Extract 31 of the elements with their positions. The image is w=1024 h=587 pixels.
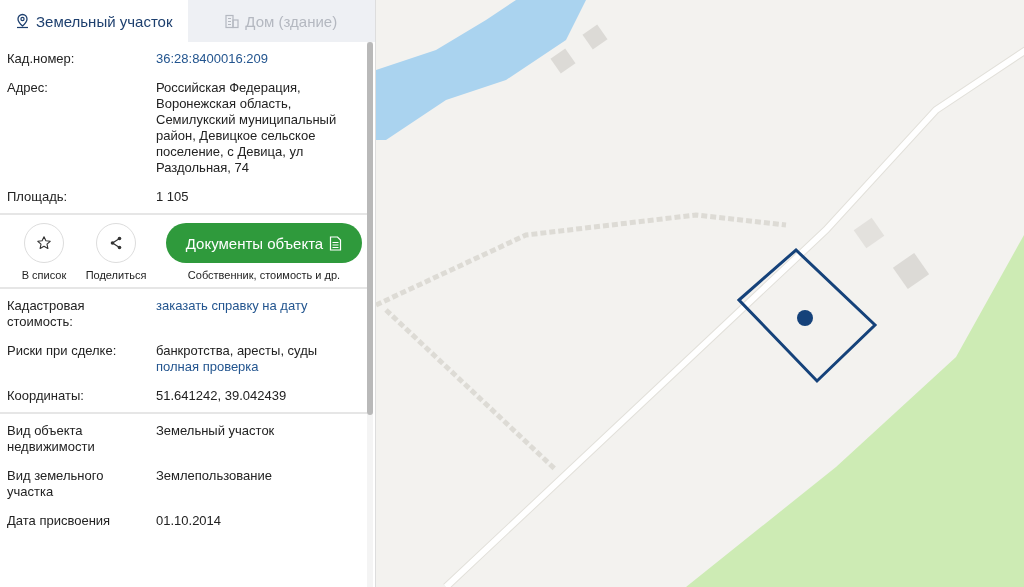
field-label: Риски при сделке:: [7, 343, 118, 360]
field-label: Адрес:: [7, 80, 49, 97]
documents-button[interactable]: Документы объекта: [166, 223, 362, 263]
scrollbar[interactable]: [367, 42, 373, 587]
field-value: Российская Федерация, Воронежская область, Семилукский муниципальный район, Девицкое сельское поселение, с Девица, ул Раздольная, 74: [156, 80, 338, 176]
link[interactable]: полная проверка: [156, 359, 259, 375]
field-value: банкротства, аресты, суды: [156, 343, 318, 359]
building-icon: [225, 13, 240, 29]
field-value: 1 105: [156, 189, 189, 205]
documents-caption: Собственник, стоимость и др.: [187, 269, 341, 281]
field-label: Дата присвоения: [7, 513, 112, 529]
field-label: Кадастровая стоимость:: [7, 298, 86, 330]
field-label: Координаты:: [7, 388, 85, 404]
field-label: Вид земельного участка: [7, 468, 105, 500]
field-value: Землепользование: [156, 468, 272, 484]
document-icon: [329, 235, 343, 251]
field-value: 51.641242, 39.042439: [156, 388, 287, 404]
field-label: Вид объекта недвижимости: [7, 423, 96, 455]
favorite-button[interactable]: [24, 223, 64, 263]
field-label: Площадь:: [7, 189, 69, 205]
field-value: 01.10.2014: [156, 513, 222, 529]
link[interactable]: заказать справку на дату: [156, 298, 308, 314]
action-label: Поделиться: [85, 269, 147, 281]
star-icon: [36, 235, 52, 251]
share-icon: [109, 236, 123, 250]
location-pin-icon: [15, 13, 30, 29]
field-label: Кад.номер:: [7, 51, 76, 67]
field-value: Земельный участок: [156, 423, 275, 439]
share-button[interactable]: [96, 223, 136, 263]
action-label: В список: [21, 269, 67, 281]
link[interactable]: 36:28:8400016:209: [156, 51, 269, 67]
